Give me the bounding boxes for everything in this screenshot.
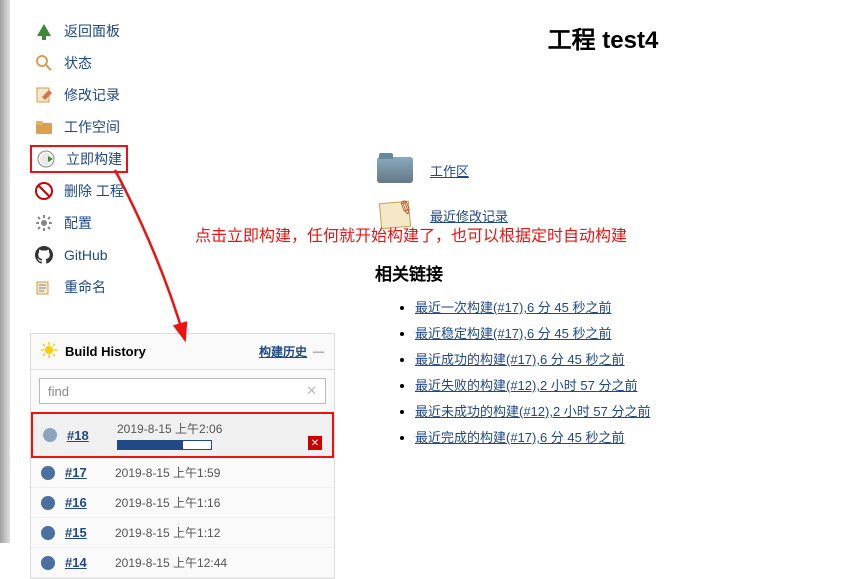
folder-large-icon (375, 155, 415, 185)
build-list: #18 2019-8-15 上午2:06 ✕ #17 2019-8-15 上午1… (31, 412, 334, 578)
related-item: 最近失败的构建(#12),2 小时 57 分之前 (415, 375, 831, 394)
build-row[interactable]: #16 2019-8-15 上午1:16 (31, 488, 334, 518)
nav-label: 重命名 (64, 277, 106, 297)
related-item: 最近未成功的构建(#12),2 小时 57 分之前 (415, 401, 831, 420)
build-time: 2019-8-15 上午1:16 (115, 494, 220, 511)
build-time: 2019-8-15 上午1:59 (115, 464, 220, 481)
build-history-panel: Build History 构建历史 — find ✕ #18 2019-8-1… (30, 333, 335, 579)
build-status-ball-icon (41, 556, 55, 570)
build-progress (117, 440, 212, 450)
related-link[interactable]: 最近一次构建(#17),6 分 45 秒之前 (415, 300, 612, 315)
build-status-ball-icon (41, 496, 55, 510)
nav-back[interactable]: 返回面板 (30, 15, 335, 47)
find-placeholder: find (48, 384, 306, 399)
delete-icon (34, 181, 54, 201)
build-meta: 2019-8-15 上午2:06 (117, 420, 222, 450)
nav-label: 工作空间 (64, 117, 120, 137)
related-title: 相关链接 (375, 260, 831, 285)
clear-icon[interactable]: ✕ (306, 383, 317, 399)
quick-links: 工作区 最近修改记录 (375, 155, 831, 230)
nav-label: GitHub (64, 247, 108, 263)
related-link[interactable]: 最近失败的构建(#12),2 小时 57 分之前 (415, 378, 638, 393)
build-number-link[interactable]: #14 (65, 555, 115, 570)
nav-status[interactable]: 状态 (30, 47, 335, 79)
page-title: 工程 test4 (375, 20, 831, 55)
build-time: 2019-8-15 上午2:06 (117, 420, 222, 437)
left-stripe (0, 0, 10, 543)
related-list: 最近一次构建(#17),6 分 45 秒之前 最近稳定构建(#17),6 分 4… (375, 297, 831, 446)
folder-icon (34, 117, 54, 137)
up-arrow-icon (34, 21, 54, 41)
bh-trend-link[interactable]: 构建历史 (259, 343, 307, 360)
workspace-link[interactable]: 工作区 (430, 161, 469, 180)
build-status-ball-icon (41, 526, 55, 540)
nav-workspace[interactable]: 工作空间 (30, 111, 335, 143)
related-item: 最近完成的构建(#17),6 分 45 秒之前 (415, 427, 831, 446)
build-row[interactable]: #17 2019-8-15 上午1:59 (31, 458, 334, 488)
build-number-link[interactable]: #17 (65, 465, 115, 480)
build-status-ball-icon (43, 428, 57, 442)
related-item: 最近成功的构建(#17),6 分 45 秒之前 (415, 349, 831, 368)
clock-play-icon (36, 149, 56, 169)
build-row[interactable]: #15 2019-8-15 上午1:12 (31, 518, 334, 548)
build-number-link[interactable]: #15 (65, 525, 115, 540)
rename-icon (34, 277, 54, 297)
progress-fill (118, 441, 183, 449)
build-number-link[interactable]: #18 (67, 428, 117, 443)
main-content: 工程 test4 工作区 最近修改记录 相关链接 最近一次构建(#17),6 分… (345, 0, 851, 543)
magnifier-icon (34, 53, 54, 73)
find-input[interactable]: find ✕ (39, 378, 326, 404)
gear-icon (34, 213, 54, 233)
related-link[interactable]: 最近完成的构建(#17),6 分 45 秒之前 (415, 430, 625, 445)
nav-label: 修改记录 (64, 85, 120, 105)
related-item: 最近稳定构建(#17),6 分 45 秒之前 (415, 323, 831, 342)
related-link[interactable]: 最近未成功的构建(#12),2 小时 57 分之前 (415, 404, 651, 419)
related-item: 最近一次构建(#17),6 分 45 秒之前 (415, 297, 831, 316)
build-time: 2019-8-15 上午12:44 (115, 554, 227, 571)
build-time: 2019-8-15 上午1:12 (115, 524, 220, 541)
workspace-link-row[interactable]: 工作区 (375, 155, 831, 185)
nav-label: 返回面板 (64, 21, 120, 41)
build-row[interactable]: #14 2019-8-15 上午12:44 (31, 548, 334, 578)
nav-changes[interactable]: 修改记录 (30, 79, 335, 111)
bh-collapse-icon[interactable]: — (313, 346, 324, 358)
annotation-arrow-icon (110, 165, 200, 355)
nav-label: 状态 (64, 53, 92, 73)
notepad-icon (34, 85, 54, 105)
related-link[interactable]: 最近稳定构建(#17),6 分 45 秒之前 (415, 326, 612, 341)
build-number-link[interactable]: #16 (65, 495, 115, 510)
build-status-ball-icon (41, 466, 55, 480)
annotation-text: 点击立即构建，任何就开始构建了，也可以根据定时自动构建 (195, 222, 627, 246)
related-link[interactable]: 最近成功的构建(#17),6 分 45 秒之前 (415, 352, 625, 367)
sun-icon (41, 342, 57, 361)
github-icon (34, 245, 54, 265)
nav-label: 配置 (64, 213, 92, 233)
build-row-running[interactable]: #18 2019-8-15 上午2:06 ✕ (31, 412, 334, 458)
cancel-build-icon[interactable]: ✕ (308, 436, 322, 450)
